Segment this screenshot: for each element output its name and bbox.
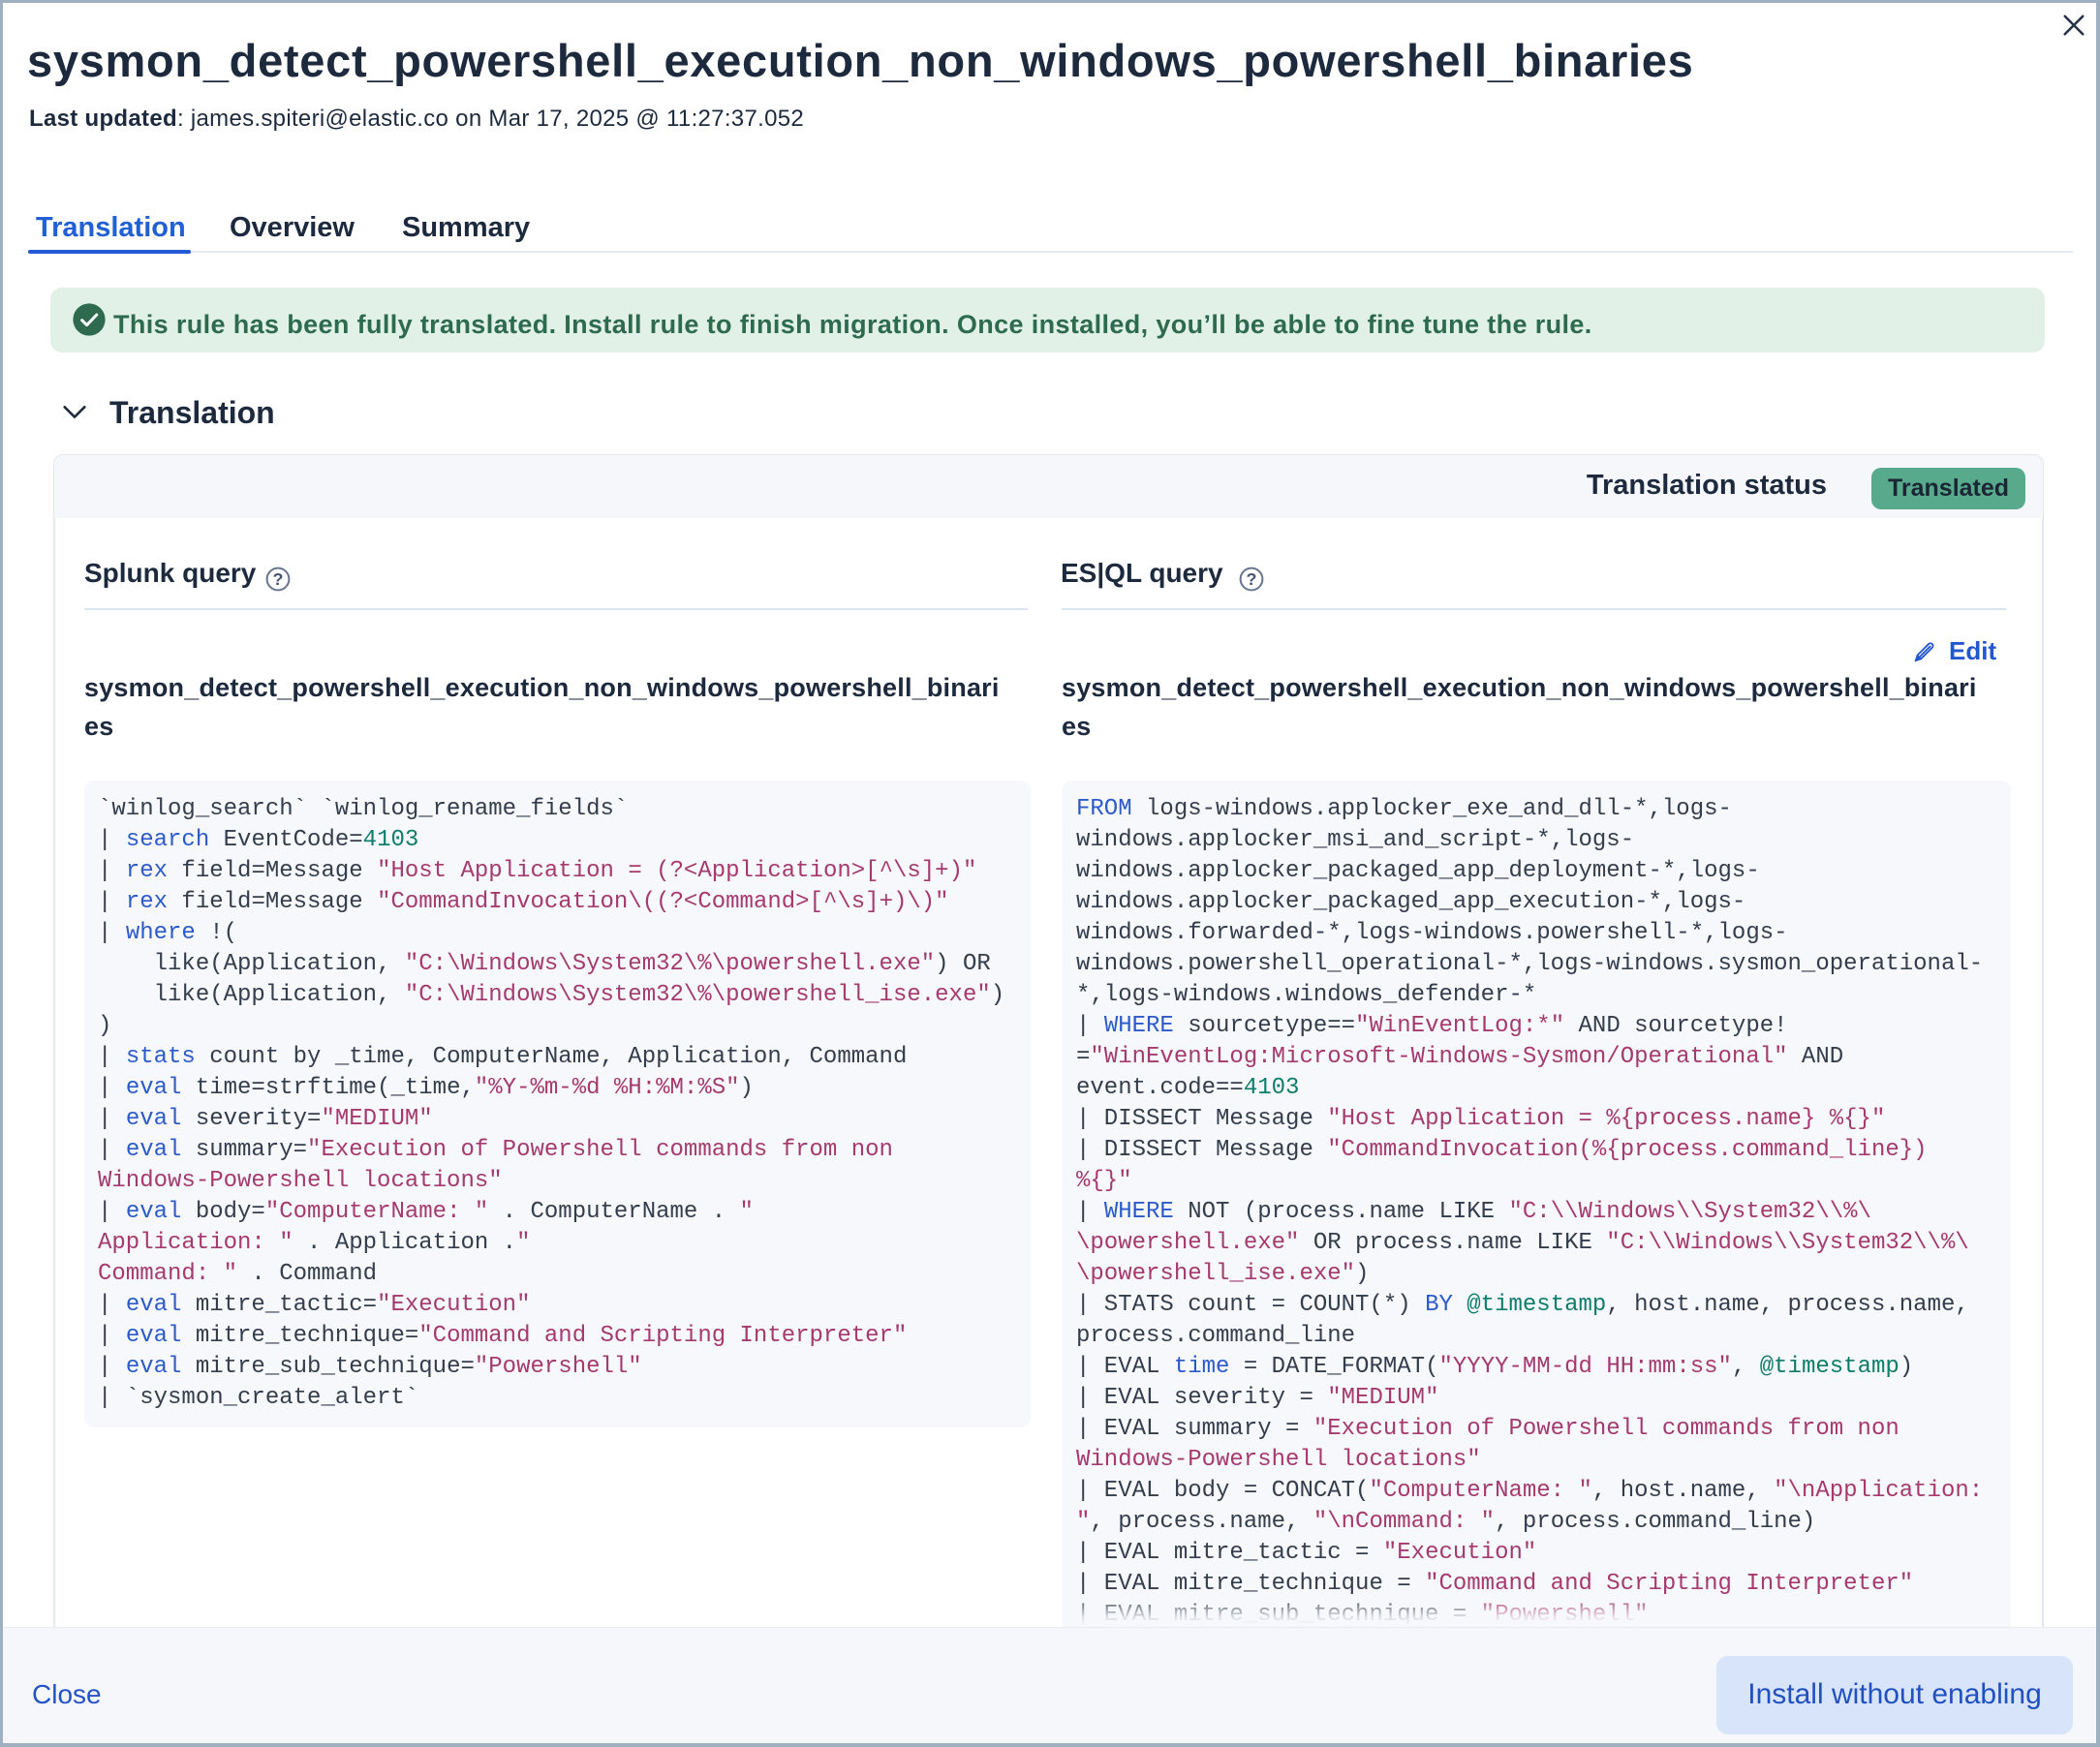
svg-text:?: ? [273, 569, 284, 589]
svg-text:?: ? [1247, 569, 1257, 589]
